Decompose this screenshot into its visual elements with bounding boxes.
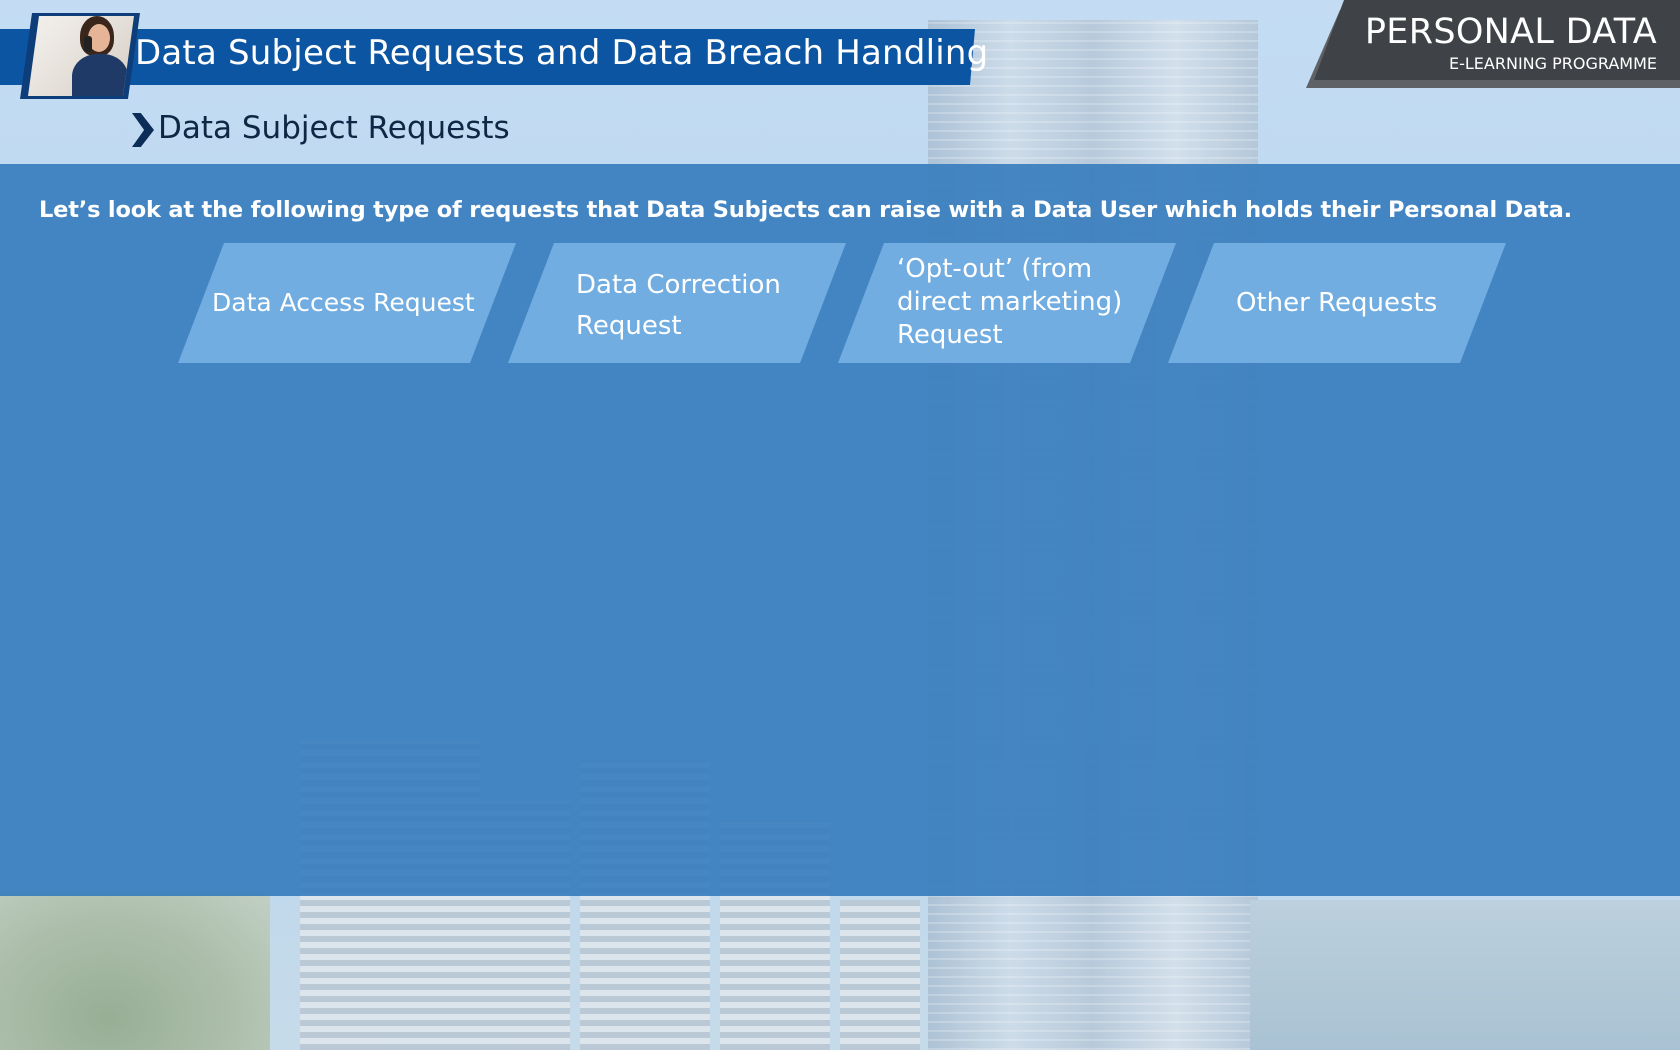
background-water xyxy=(1250,900,1680,1050)
presenter-photo xyxy=(28,16,134,96)
card-label: Data Correction Request xyxy=(576,270,781,341)
intro-text: Let’s look at the following type of requ… xyxy=(39,197,1572,223)
card-other-requests[interactable]: Other Requests xyxy=(1168,243,1506,363)
module-title: Data Subject Requests and Data Breach Ha… xyxy=(135,33,989,73)
brand-subtitle: E-LEARNING PROGRAMME xyxy=(1449,54,1657,73)
card-data-access-request[interactable]: Data Access Request xyxy=(178,243,516,363)
brand-title: PERSONAL DATA xyxy=(1364,12,1657,52)
card-label: Other Requests xyxy=(1236,288,1438,318)
card-label: Data Access Request xyxy=(212,288,475,317)
phone-icon xyxy=(84,36,92,52)
card-opt-out-request[interactable]: ‘Opt-out’ (from direct marketing) Reques… xyxy=(838,243,1176,363)
brand-badge: PERSONAL DATA E-LEARNING PROGRAMME xyxy=(1314,0,1680,80)
background-hill xyxy=(0,890,270,1050)
background-building xyxy=(840,900,920,1050)
card-label: ‘Opt-out’ (from direct marketing) Reques… xyxy=(897,254,1123,350)
card-data-correction-request[interactable]: Data Correction Request xyxy=(508,243,846,363)
section-title: Data Subject Requests xyxy=(158,110,510,146)
